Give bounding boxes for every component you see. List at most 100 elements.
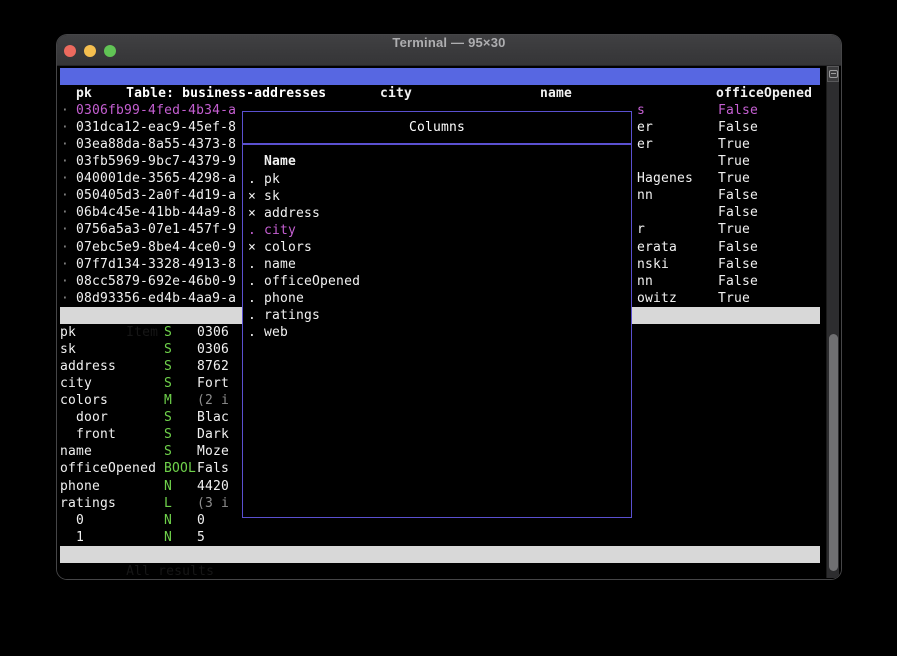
cell-name: owitz (637, 290, 677, 307)
row-marker-icon: · (61, 256, 69, 273)
cell-officeopened: False (718, 239, 758, 256)
cell-pk: 031dca12-eac9-45ef-8 (76, 119, 236, 136)
attribute-name: sk (60, 341, 76, 358)
cell-officeopened: True (718, 153, 750, 170)
row-marker-icon: · (61, 102, 69, 119)
cell-officeopened: False (718, 273, 758, 290)
cell-pk: 040001de-3565-4298-a (76, 170, 236, 187)
attribute-name: name (60, 443, 92, 460)
column-header-city[interactable]: city (380, 85, 412, 102)
cell-officeopened: False (718, 187, 758, 204)
attribute-value: Dark (197, 426, 229, 443)
row-marker-icon: · (61, 239, 69, 256)
row-marker-icon: · (61, 153, 69, 170)
cell-name: Hagenes (637, 170, 693, 187)
cell-officeopened: True (718, 290, 750, 307)
attribute-type: N (164, 512, 172, 529)
attribute-type: L (164, 495, 172, 512)
attribute-value: 0306 (197, 341, 229, 358)
scrollbar-track[interactable] (826, 66, 839, 578)
table-title: Table: business-addresses (126, 86, 326, 101)
cell-name: nn (637, 187, 653, 204)
column-header-officeopened[interactable]: officeOpened (716, 85, 812, 102)
cell-name: erata (637, 239, 677, 256)
column-name: officeOpened (264, 273, 360, 290)
cell-name: er (637, 119, 653, 136)
attribute-value: Blac (197, 409, 229, 426)
attribute-type: M (164, 392, 172, 409)
attribute-type: N (164, 478, 172, 495)
cell-pk: 07ebc5e9-8be4-4ce0-9 (76, 239, 236, 256)
column-visibility-marker: × (248, 239, 256, 256)
scrollbar-thumb[interactable] (829, 334, 838, 571)
cell-officeopened: True (718, 170, 750, 187)
column-name: ratings (264, 307, 320, 324)
column-visibility-marker: . (248, 290, 256, 307)
attribute-type: S (164, 443, 172, 460)
attribute-name: phone (60, 478, 100, 495)
row-marker-icon: · (61, 136, 69, 153)
columns-dialog: Columns Name .pk×sk×address.city×colors.… (242, 111, 632, 518)
cell-pk: 050405d3-2a0f-4d19-a (76, 187, 236, 204)
split-pane-button[interactable] (827, 66, 839, 82)
screen-background: Terminal — 95×30 Table: business-address… (0, 0, 897, 656)
attribute-name: 0 (76, 512, 84, 529)
attribute-type: S (164, 409, 172, 426)
dialog-column-item[interactable]: . ratings (243, 307, 631, 324)
cell-pk: 0306fb99-4fed-4b34-a (76, 102, 236, 119)
column-name: address (264, 205, 320, 222)
attribute-name: pk (60, 324, 76, 341)
attribute-value: 0 (197, 512, 205, 529)
column-visibility-marker: . (248, 324, 256, 341)
row-marker-icon: · (61, 170, 69, 187)
column-name: name (264, 256, 296, 273)
attribute-value: 4420 (197, 478, 229, 495)
attribute-name: door (76, 409, 108, 426)
column-visibility-marker: . (248, 256, 256, 273)
cell-pk: 08cc5879-692e-46b0-9 (76, 273, 236, 290)
window-titlebar[interactable]: Terminal — 95×30 (57, 35, 841, 66)
cell-officeopened: False (718, 119, 758, 136)
cell-name: s (637, 102, 645, 119)
dialog-column-item[interactable]: .phone (243, 290, 631, 307)
dialog-column-item[interactable]: ×address (243, 205, 631, 222)
dialog-column-item[interactable]: . name (243, 256, 631, 273)
column-header-name[interactable]: name (540, 85, 572, 102)
column-visibility-marker: . (248, 171, 256, 188)
attribute-name: ratings (60, 495, 116, 512)
column-name: colors (264, 239, 312, 256)
cell-name: nn (637, 273, 653, 290)
attribute-value: (2 i (197, 392, 229, 409)
attribute-type: S (164, 341, 172, 358)
cell-officeopened: False (718, 102, 758, 119)
row-marker-icon: · (61, 204, 69, 221)
cell-pk: 06b4c45e-41bb-44a9-8 (76, 204, 236, 221)
cell-pk: 03fb5969-9bc7-4379-9 (76, 153, 236, 170)
column-visibility-marker: . (248, 307, 256, 324)
cell-name: er (637, 136, 653, 153)
dialog-column-item[interactable]: ×sk (243, 188, 631, 205)
cell-name: nski (637, 256, 669, 273)
attribute-name: officeOpened (60, 460, 156, 477)
attribute-value: Fort (197, 375, 229, 392)
attribute-value: 8762 (197, 358, 229, 375)
row-marker-icon: · (61, 273, 69, 290)
dialog-title: Columns (243, 119, 631, 136)
row-marker-icon: · (61, 187, 69, 204)
dialog-column-item[interactable]: .city (243, 222, 631, 239)
attribute-type: S (164, 426, 172, 443)
cell-officeopened: False (718, 204, 758, 221)
dialog-column-item[interactable]: × colors (243, 239, 631, 256)
cell-pk: 0756a5a3-07e1-457f-9 (76, 221, 236, 238)
column-name: pk (264, 171, 280, 188)
column-header-pk[interactable]: pk (76, 85, 92, 102)
attribute-value: Moze (197, 443, 229, 460)
dialog-column-item[interactable]: . pk (243, 171, 631, 188)
cell-officeopened: False (718, 256, 758, 273)
window-title: Terminal — 95×30 (57, 35, 841, 66)
dialog-column-item[interactable]: .web (243, 324, 631, 341)
cell-officeopened: True (718, 136, 750, 153)
dialog-column-item[interactable]: .officeOpened (243, 273, 631, 290)
item-attribute-row[interactable]: 1N5 (57, 529, 841, 546)
attribute-name: colors (60, 392, 108, 409)
